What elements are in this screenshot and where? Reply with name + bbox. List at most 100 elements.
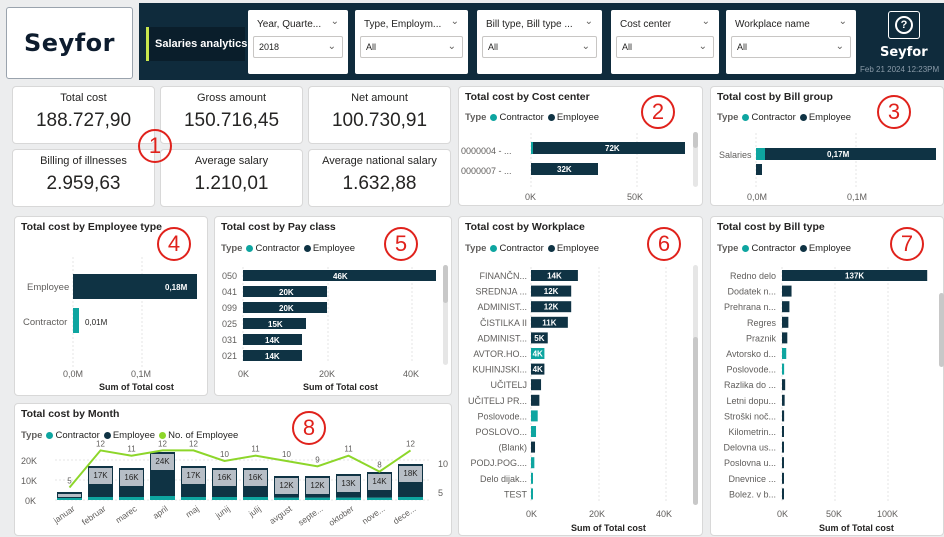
panel-bill-type[interactable]: Total cost by Bill type Type Contractor Em… [710, 216, 944, 536]
tick-label: 100K [877, 509, 898, 519]
employee-count-label: 12 [189, 439, 198, 448]
bar-value-label: 24K [155, 457, 170, 466]
report-title-tab[interactable]: Salaries analytics [146, 27, 248, 61]
row-label: 0000004 - ... [461, 146, 512, 156]
bar-value-label: 20K [279, 288, 294, 297]
month-label: maj [184, 503, 201, 519]
month-label: avgust [267, 503, 294, 526]
month-chart: 20K 10K 0K 10 5 5januar17K12februar16K11… [21, 439, 448, 528]
filter-select[interactable]: All ⌄ [482, 36, 597, 58]
scrollbar-track[interactable] [443, 265, 448, 365]
scrollbar-track[interactable] [693, 132, 698, 187]
panel-workplace[interactable]: Total cost by Workplace Type Contractor Em… [458, 216, 703, 536]
filter-cost-center[interactable]: Cost center ⌄ All ⌄ [611, 10, 719, 74]
bar-value-label: 13K [341, 479, 356, 488]
kpi-label: Average salary [194, 155, 269, 167]
bar-employee [531, 394, 540, 406]
panel-month[interactable]: Total cost by Month Type Contractor Employ… [14, 403, 452, 536]
kpi-label: Gross amount [196, 92, 267, 104]
bar-contractor [181, 497, 206, 500]
bar-value-label: 16K [217, 473, 232, 482]
kpi-total-cost[interactable]: Total cost 188.727,90 [12, 86, 155, 144]
bar-employee [782, 332, 788, 344]
bar-value-label: 17K [186, 471, 201, 480]
employee-count-label: 12 [96, 439, 105, 448]
month-label: julij [246, 503, 263, 519]
bar-contractor [531, 426, 537, 437]
row-label: UČITELJ PR... [468, 396, 527, 406]
bar-value-label: 72K [605, 144, 620, 153]
tick-label: 50K [627, 192, 643, 202]
bar-employee [782, 488, 784, 500]
row-label: TEST [504, 489, 528, 499]
filter-value: 2018 [259, 42, 280, 52]
filter-bill-type[interactable]: Bill type, Bill type ... ⌄ All ⌄ [477, 10, 602, 74]
row-label: Salaries [719, 150, 752, 160]
filter-value: All [488, 42, 499, 52]
y2-tick-label: 10 [438, 459, 448, 469]
row-label: Dodatek n... [727, 287, 776, 297]
chevron-down-icon: ⌄ [581, 41, 590, 52]
annotation-marker: 6 [647, 227, 681, 261]
kpi-net-amount[interactable]: Net amount 100.730,91 [308, 86, 451, 144]
row-label: Delo dijak... [480, 474, 527, 484]
filter-type-employment[interactable]: Type, Employm... ⌄ All ⌄ [355, 10, 468, 74]
bar-value-label: 11K [542, 318, 556, 327]
kpi-gross-amount[interactable]: Gross amount 150.716,45 [160, 86, 303, 144]
chevron-down-icon[interactable]: ⌄ [702, 16, 710, 27]
annotation-marker: 4 [157, 227, 191, 261]
bar [765, 148, 936, 160]
question-icon: ? [895, 16, 913, 34]
annotation-marker: 2 [641, 95, 675, 129]
scrollbar-thumb[interactable] [693, 337, 698, 505]
chevron-down-icon[interactable]: ⌄ [839, 16, 847, 27]
bar-employee [782, 316, 789, 328]
row-label: 0000007 - ... [461, 166, 512, 176]
kpi-billing-of-illnesses[interactable]: Billing of illnesses 2.959,63 [12, 149, 155, 207]
chevron-down-icon[interactable]: ⌄ [451, 16, 459, 27]
filter-label: Workplace name [735, 19, 810, 30]
row-label: ČISTILKA II [480, 318, 527, 328]
annotation-marker: 1 [138, 129, 172, 163]
filter-select[interactable]: All ⌄ [731, 36, 851, 58]
tick-label: 40K [403, 369, 419, 379]
filter-select[interactable]: All ⌄ [360, 36, 463, 58]
bar-contractor [531, 410, 538, 422]
filter-value: All [737, 42, 748, 52]
bar-employee [782, 394, 785, 406]
filter-workplace-name[interactable]: Workplace name ⌄ All ⌄ [726, 10, 856, 74]
row-label: POSLOVO... [475, 427, 527, 437]
filter-select[interactable]: 2018 ⌄ [253, 36, 343, 58]
report-title: Salaries analytics [155, 38, 248, 50]
scrollbar-track[interactable] [693, 265, 698, 505]
axis-label: Sum of Total cost [303, 382, 378, 392]
row-label: ADMINIST... [477, 302, 527, 312]
kpi-label: Average national salary [322, 155, 437, 167]
kpi-label: Total cost [60, 92, 107, 104]
bar-contractor [57, 498, 82, 500]
help-button[interactable]: ? [888, 11, 920, 39]
tick-label: 20K [319, 369, 335, 379]
annotation-marker: 8 [292, 411, 326, 445]
kpi-value: 150.716,45 [183, 110, 280, 131]
scrollbar-thumb[interactable] [443, 265, 448, 303]
employee-count-label: 9 [315, 455, 320, 464]
bar-value-label: 14K [265, 352, 280, 361]
scrollbar-thumb[interactable] [693, 132, 698, 148]
annotation-marker: 7 [890, 227, 924, 261]
bar-contractor [88, 497, 113, 500]
tick-label: 20K [589, 509, 605, 519]
kpi-average-salary[interactable]: Average salary 1.210,01 [160, 149, 303, 207]
bar-value-label: 17K [93, 471, 108, 480]
kpi-average-national-salary[interactable]: Average national salary 1.632,88 [308, 149, 451, 207]
filter-year-quarter[interactable]: Year, Quarte... ⌄ 2018 ⌄ [248, 10, 348, 74]
bar-value-label: 0,17M [827, 150, 850, 159]
tick-label: 0K [526, 509, 537, 519]
row-label: Poslovna u... [724, 458, 776, 468]
row-label: 025 [222, 319, 237, 329]
chevron-down-icon[interactable]: ⌄ [331, 16, 339, 27]
chevron-down-icon[interactable]: ⌄ [585, 16, 593, 27]
scrollbar-thumb[interactable] [939, 293, 944, 367]
chevron-down-icon: ⌄ [835, 41, 844, 52]
filter-select[interactable]: All ⌄ [616, 36, 714, 58]
